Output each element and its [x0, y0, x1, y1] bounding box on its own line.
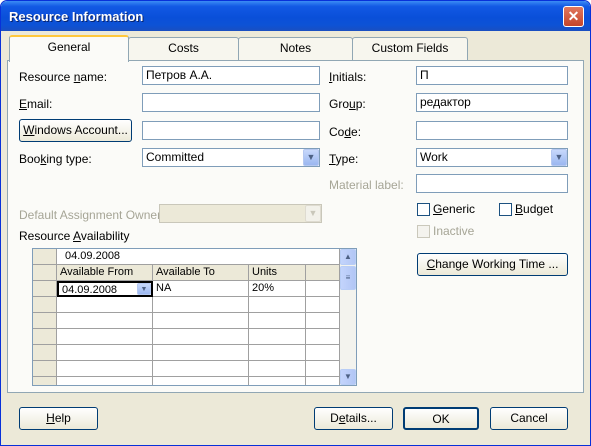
- resource-information-dialog: Resource Information ✕ General Costs Not…: [0, 0, 591, 446]
- group-field[interactable]: редактор: [416, 93, 568, 112]
- initials-label: Initials:: [329, 70, 367, 84]
- cancel-button[interactable]: Cancel: [490, 407, 568, 430]
- change-working-time-button[interactable]: Change Working Time ...: [417, 253, 568, 276]
- tab-label: General: [47, 40, 91, 54]
- group-label: Group:: [329, 97, 366, 111]
- resource-name-label: Resource name:: [19, 70, 108, 84]
- generic-checkbox[interactable]: [417, 203, 430, 216]
- budget-checkbox[interactable]: [499, 203, 512, 216]
- close-button[interactable]: ✕: [563, 6, 584, 27]
- windows-account-button[interactable]: Windows Account...: [19, 119, 132, 142]
- title-bar[interactable]: Resource Information ✕: [1, 1, 590, 31]
- booking-type-label: Booking type:: [19, 152, 92, 166]
- grid-header-rowhdr: [33, 265, 57, 281]
- arrow-up-icon[interactable]: ▲: [340, 249, 356, 265]
- code-label: Code:: [329, 125, 362, 139]
- tab-notes[interactable]: Notes: [238, 37, 353, 60]
- empty-row[interactable]: [33, 329, 340, 345]
- details-button[interactable]: Details...: [314, 407, 393, 430]
- initials-field[interactable]: П: [416, 66, 568, 85]
- resource-availability-label: Resource Availability: [19, 229, 130, 243]
- inactive-label: Inactive: [433, 224, 475, 238]
- tab-label: Notes: [279, 41, 312, 55]
- generic-label: Generic: [433, 202, 476, 216]
- email-label: Email:: [19, 97, 53, 111]
- vertical-scrollbar[interactable]: ▲ ≡ ▼: [340, 249, 356, 385]
- tab-custom-fields[interactable]: Custom Fields: [352, 37, 468, 60]
- arrow-down-icon[interactable]: ▼: [340, 369, 356, 385]
- close-icon: ✕: [567, 8, 580, 24]
- row-header[interactable]: [33, 281, 57, 297]
- type-label: Type:: [329, 152, 359, 166]
- material-label-label: Material label:: [329, 178, 404, 192]
- chevron-down-icon[interactable]: ▼: [303, 149, 319, 166]
- column-header-available-from[interactable]: Available From: [57, 265, 153, 281]
- cell-units[interactable]: 20%: [249, 281, 306, 297]
- availability-grid[interactable]: 04.09.2008 Available From Available To U…: [32, 248, 357, 386]
- tab-general[interactable]: General: [9, 35, 129, 62]
- chevron-down-icon[interactable]: ▼: [551, 149, 567, 166]
- empty-row[interactable]: [33, 361, 340, 377]
- tab-costs[interactable]: Costs: [128, 37, 239, 60]
- ok-button[interactable]: OK: [403, 407, 479, 430]
- help-button[interactable]: Help: [19, 407, 98, 430]
- resource-name-field[interactable]: Петров А.А.: [142, 66, 320, 85]
- default-assignment-owner-label: Default Assignment Owner:: [19, 208, 165, 222]
- windows-account-field[interactable]: [142, 121, 320, 140]
- tab-label: Custom Fields: [371, 41, 449, 55]
- default-assignment-owner-select[interactable]: ▼: [159, 204, 322, 223]
- scroll-thumb[interactable]: ≡: [340, 266, 356, 290]
- budget-label: Budget: [515, 202, 554, 216]
- empty-row[interactable]: [33, 345, 340, 361]
- column-header-units[interactable]: Units: [249, 265, 306, 281]
- empty-row[interactable]: [33, 297, 340, 313]
- grid-edit-line[interactable]: 04.09.2008: [57, 249, 340, 265]
- dialog-title: Resource Information: [9, 9, 144, 24]
- empty-row[interactable]: [33, 313, 340, 329]
- cell-available-to[interactable]: NA: [153, 281, 249, 297]
- type-select[interactable]: Work ▼: [416, 148, 568, 167]
- column-header-blank: [306, 265, 340, 281]
- grid-corner: [33, 249, 57, 265]
- code-field[interactable]: [416, 121, 568, 140]
- material-label-field[interactable]: [416, 174, 568, 193]
- email-field[interactable]: [142, 93, 320, 112]
- booking-type-select[interactable]: Committed ▼: [142, 148, 320, 167]
- empty-row[interactable]: [33, 377, 340, 385]
- chevron-down-icon[interactable]: ▼: [305, 205, 321, 222]
- tab-label: Costs: [168, 41, 199, 55]
- chevron-down-icon[interactable]: ▼: [137, 283, 151, 295]
- cell-blank: [306, 281, 340, 297]
- cell-available-from[interactable]: 04.09.2008 ▼: [57, 281, 153, 297]
- inactive-checkbox[interactable]: [417, 225, 430, 238]
- column-header-available-to[interactable]: Available To: [153, 265, 249, 281]
